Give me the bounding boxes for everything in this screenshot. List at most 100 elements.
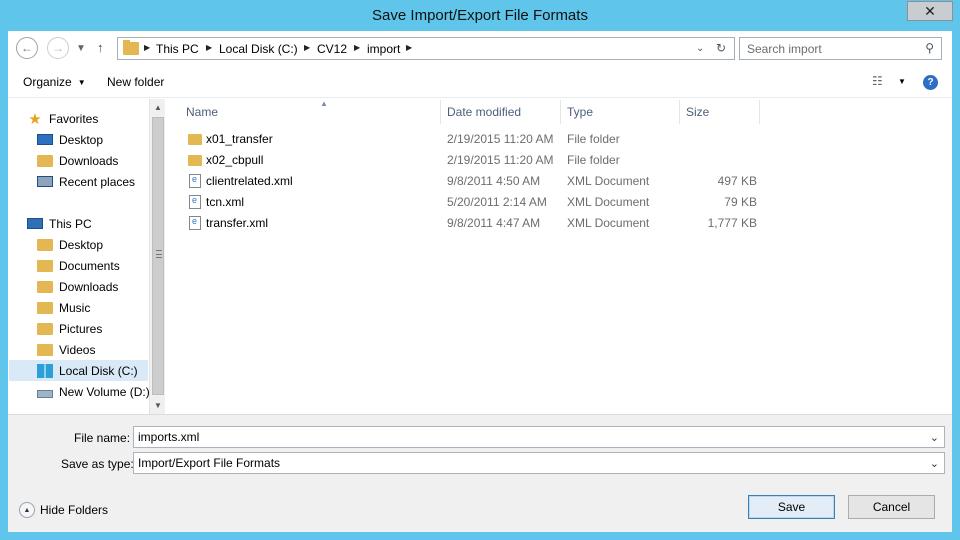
- xml-file-icon: [189, 174, 201, 188]
- nav-label: Downloads: [59, 153, 119, 168]
- folder-icon: [37, 343, 53, 356]
- up-folder-button[interactable]: ↑: [97, 40, 104, 55]
- nav-favorites[interactable]: ★ Favorites: [27, 108, 98, 129]
- file-row[interactable]: transfer.xml 9/8/2011 4:47 AM XML Docume…: [165, 213, 765, 234]
- column-header-date[interactable]: Date modified: [441, 100, 561, 124]
- folder-icon: [188, 134, 202, 145]
- folder-icon: [37, 238, 53, 251]
- nav-item-local-disk[interactable]: Local Disk (C:): [9, 360, 148, 381]
- nav-item-recent-places[interactable]: Recent places: [37, 171, 135, 192]
- xml-file-icon: [189, 195, 201, 209]
- scroll-up-icon[interactable]: ▲: [150, 99, 166, 116]
- command-bar: Organize ▼ New folder ☷ ▼ ?: [8, 68, 952, 98]
- cancel-button[interactable]: Cancel: [848, 495, 935, 519]
- chevron-up-icon: ▲: [19, 502, 35, 518]
- hide-folders-button[interactable]: ▲ Hide Folders: [19, 502, 108, 518]
- file-row[interactable]: x02_cbpull 2/19/2015 11:20 AM File folde…: [165, 150, 765, 171]
- address-dropdown-icon[interactable]: ⌄: [696, 43, 704, 54]
- breadcrumb-chevron-icon[interactable]: ▶: [354, 43, 360, 52]
- file-row[interactable]: clientrelated.xml 9/8/2011 4:50 AM XML D…: [165, 171, 765, 192]
- search-placeholder: Search import: [747, 42, 822, 56]
- column-header-name[interactable]: Name ▲: [180, 99, 441, 124]
- search-input[interactable]: Search import ⚲: [739, 37, 942, 60]
- computer-icon: [27, 218, 43, 229]
- nav-label: This PC: [49, 216, 92, 231]
- downloads-folder-icon: [37, 154, 53, 167]
- nav-item-desktop[interactable]: Desktop: [37, 129, 103, 150]
- chevron-down-icon: ▼: [77, 78, 86, 87]
- save-button[interactable]: Save: [748, 495, 835, 519]
- nav-item-videos[interactable]: Videos: [37, 339, 95, 360]
- nav-scrollbar[interactable]: ▲ ▼: [149, 99, 165, 414]
- save-type-label: Save as type:: [61, 457, 134, 471]
- help-icon[interactable]: ?: [923, 75, 938, 90]
- scrollbar-thumb[interactable]: [152, 117, 164, 395]
- folder-icon: [37, 301, 53, 314]
- chevron-down-icon[interactable]: ⌄: [930, 431, 939, 444]
- recent-places-icon: [37, 176, 53, 187]
- breadcrumb-import[interactable]: import: [367, 42, 400, 56]
- view-dropdown-chevron-icon[interactable]: ▼: [898, 77, 906, 86]
- file-type: XML Document: [567, 216, 650, 230]
- breadcrumb-cv12[interactable]: CV12: [317, 42, 347, 56]
- address-bar[interactable]: ▶ This PC ▶ Local Disk (C:) ▶ CV12 ▶ imp…: [117, 37, 735, 60]
- search-icon[interactable]: ⚲: [925, 41, 934, 55]
- nav-label: Downloads: [59, 279, 119, 294]
- title-bar: Save Import/Export File Formats ✕: [0, 0, 960, 31]
- forward-button[interactable]: →: [47, 37, 69, 59]
- nav-item-documents[interactable]: Documents: [37, 255, 120, 276]
- column-header-size[interactable]: Size: [680, 100, 760, 124]
- breadcrumb-chevron-icon[interactable]: ▶: [406, 43, 412, 52]
- back-button[interactable]: ←: [16, 37, 38, 59]
- save-type-select[interactable]: Import/Export File Formats ⌄: [133, 452, 945, 474]
- windows-drive-icon: [37, 363, 53, 378]
- breadcrumb-chevron-icon[interactable]: ▶: [206, 43, 212, 52]
- file-name-label: File name:: [74, 431, 131, 445]
- nav-label: Recent places: [59, 174, 136, 189]
- file-type: XML Document: [567, 195, 650, 209]
- nav-label: New Volume (D:): [59, 384, 150, 399]
- window-title: Save Import/Export File Formats: [372, 7, 588, 24]
- new-folder-button[interactable]: New folder: [107, 75, 164, 89]
- scroll-down-icon[interactable]: ▼: [150, 397, 166, 414]
- nav-label: Music: [59, 300, 91, 315]
- view-options-icon[interactable]: ☷: [872, 74, 883, 88]
- nav-item-pictures[interactable]: Pictures: [37, 318, 102, 339]
- nav-label: Local Disk (C:): [59, 363, 138, 378]
- breadcrumb-local-disk[interactable]: Local Disk (C:): [219, 42, 298, 56]
- dialog-client: ← → ▼ ↑ ▶ This PC ▶ Local Disk (C:) ▶ CV…: [8, 31, 952, 532]
- recent-locations-chevron-icon[interactable]: ▼: [76, 43, 86, 54]
- folder-icon: [123, 40, 139, 55]
- column-header-type[interactable]: Type: [561, 100, 680, 124]
- file-row[interactable]: tcn.xml 5/20/2011 2:14 AM XML Document 7…: [165, 192, 765, 213]
- breadcrumb-this-pc[interactable]: This PC: [156, 42, 199, 56]
- refresh-icon[interactable]: ↻: [716, 41, 726, 55]
- file-size: 497 KB: [717, 174, 757, 188]
- nav-item-downloads[interactable]: Downloads: [37, 150, 118, 171]
- organize-label: Organize: [23, 75, 72, 89]
- close-icon: ✕: [924, 2, 936, 19]
- back-arrow-icon: ←: [21, 41, 33, 55]
- folder-icon: [37, 259, 53, 272]
- file-row[interactable]: x01_transfer 2/19/2015 11:20 AM File fol…: [165, 129, 765, 150]
- breadcrumb-chevron-icon[interactable]: ▶: [304, 43, 310, 52]
- file-name-field[interactable]: imports.xml ⌄: [133, 426, 945, 448]
- breadcrumb-chevron-icon[interactable]: ▶: [144, 43, 150, 52]
- file-list: Name ▲ Date modified Type Size x01_transf…: [165, 99, 952, 414]
- nav-this-pc[interactable]: This PC: [27, 213, 92, 234]
- nav-item-new-volume[interactable]: New Volume (D:): [37, 381, 150, 402]
- file-type: File folder: [567, 153, 620, 167]
- file-date: 2/19/2015 11:20 AM: [447, 153, 554, 167]
- nav-item-downloads[interactable]: Downloads: [37, 276, 118, 297]
- nav-item-desktop[interactable]: Desktop: [37, 234, 103, 255]
- forward-arrow-icon: →: [52, 41, 64, 55]
- nav-label: Desktop: [59, 237, 104, 252]
- close-button[interactable]: ✕: [907, 1, 953, 21]
- nav-label: Desktop: [59, 132, 104, 147]
- chevron-down-icon: ⌄: [929, 458, 939, 470]
- navigation-pane: ★ Favorites Desktop Downloads Recent plac…: [8, 99, 165, 414]
- nav-item-music[interactable]: Music: [37, 297, 90, 318]
- organize-button[interactable]: Organize ▼: [23, 75, 86, 89]
- column-label: Name: [186, 105, 219, 119]
- file-name-value: imports.xml: [138, 430, 200, 444]
